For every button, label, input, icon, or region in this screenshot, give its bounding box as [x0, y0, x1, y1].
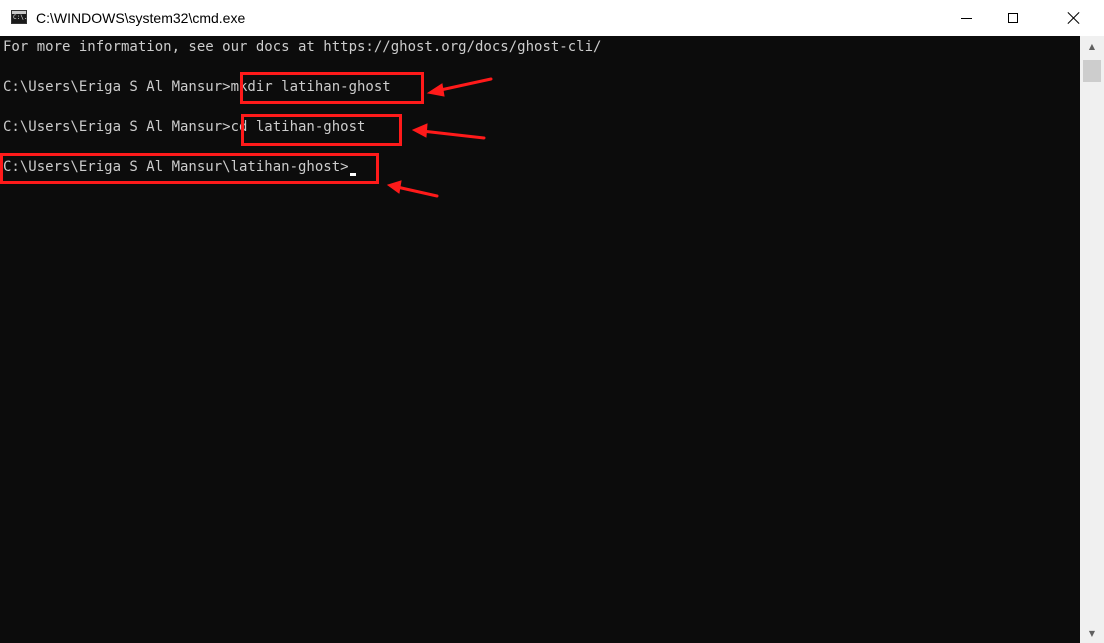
- title-bar[interactable]: C:\. C:\WINDOWS\system32\cmd.exe: [0, 0, 1104, 36]
- highlight-box-prompt: [0, 153, 379, 184]
- window-title: C:\WINDOWS\system32\cmd.exe: [36, 10, 246, 26]
- cmd-window: C:\. C:\WINDOWS\system32\cmd.exe For mor…: [0, 0, 1104, 643]
- console-output[interactable]: For more information, see our docs at ht…: [0, 36, 1080, 643]
- minimize-button[interactable]: [943, 0, 989, 36]
- close-button[interactable]: [1051, 0, 1097, 36]
- highlight-box-mkdir: [240, 72, 424, 104]
- cmd-icon-text: C:\.: [13, 14, 28, 21]
- highlight-box-cd: [241, 114, 402, 146]
- scroll-thumb[interactable]: [1083, 60, 1101, 82]
- scroll-down-icon[interactable]: ▼: [1080, 623, 1104, 643]
- console-line-info: For more information, see our docs at ht…: [3, 39, 602, 55]
- scroll-up-icon[interactable]: ▲: [1080, 36, 1104, 56]
- close-icon: [1067, 11, 1081, 25]
- cmd-icon[interactable]: C:\.: [11, 10, 27, 24]
- vertical-scrollbar[interactable]: ▲ ▼: [1080, 36, 1104, 643]
- maximize-icon: [1008, 13, 1018, 23]
- maximize-button[interactable]: [990, 0, 1036, 36]
- minimize-icon: [960, 17, 972, 19]
